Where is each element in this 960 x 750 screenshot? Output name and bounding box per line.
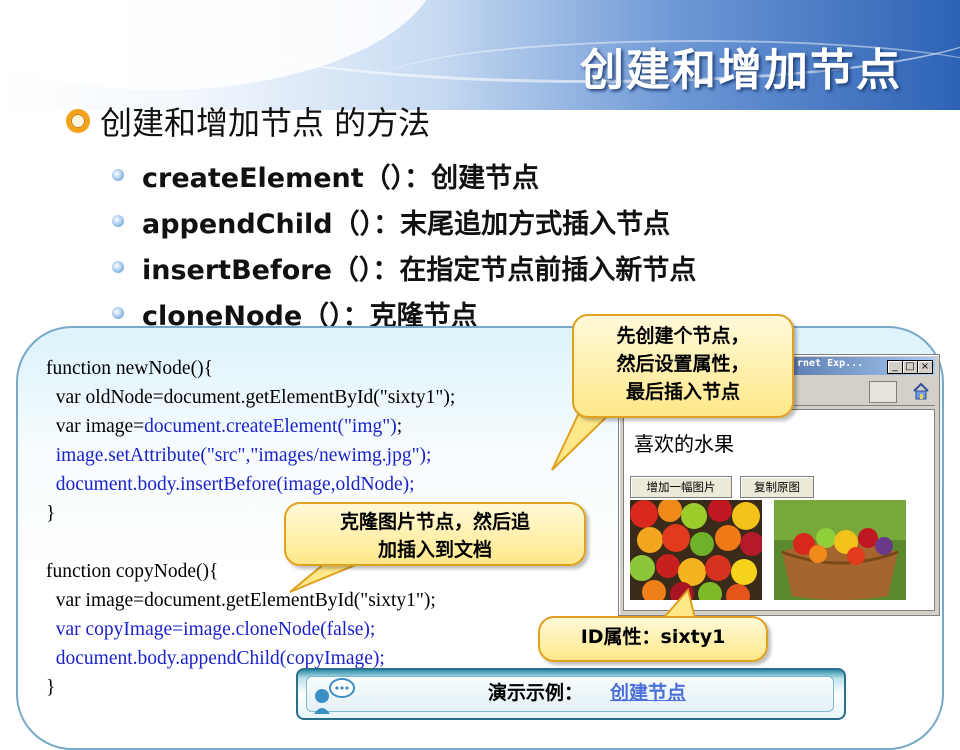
window-title: rnet Exp... xyxy=(797,358,864,369)
toolbar-field[interactable] xyxy=(869,381,897,403)
home-icon[interactable] xyxy=(911,381,931,401)
copy-original-button[interactable]: 复制原图 xyxy=(740,476,814,498)
main-point-text: 创建和增加节点 的方法 xyxy=(100,104,431,142)
maximize-button[interactable]: □ xyxy=(902,360,918,374)
code-segment: ; xyxy=(396,416,403,437)
code-segment-highlight: document.createElement("img") xyxy=(144,416,397,437)
blue-dot-bullet-icon xyxy=(112,215,124,227)
code-line: document.body.insertBefore(image,oldNode… xyxy=(46,474,415,495)
code-line: var image=document.createElement("img"); xyxy=(46,412,455,441)
callout-line: 最后插入节点 xyxy=(625,381,740,403)
blue-dot-bullet-icon xyxy=(112,261,124,273)
method-list: createElement（）：创建节点 appendChild（）：末尾追加方… xyxy=(112,152,696,336)
method-item: appendChild（）：末尾追加方式插入节点 xyxy=(112,198,696,244)
page-heading: 喜欢的水果 xyxy=(634,432,734,456)
blue-dot-bullet-icon xyxy=(112,307,124,319)
close-button[interactable]: × xyxy=(917,360,933,374)
code-line: image.setAttribute("src","images/newimg.… xyxy=(46,445,432,466)
speech-bubble-person-icon xyxy=(314,678,355,714)
fruit-basket-image xyxy=(774,500,906,600)
fruit-pile-image xyxy=(630,500,762,600)
method-text: appendChild（）：末尾追加方式插入节点 xyxy=(142,208,671,240)
blue-dot-bullet-icon xyxy=(112,169,124,181)
code-line: var oldNode=document.getElementById("six… xyxy=(46,387,456,408)
slide-title: 创建和增加节点 xyxy=(580,45,902,96)
create-steps-callout: 先创建个节点， 然后设置属性， 最后插入节点 xyxy=(572,314,794,418)
browser-viewport: 喜欢的水果 增加一幅图片 复制原图 xyxy=(623,409,935,611)
callout-line: 然后设置属性， xyxy=(616,353,750,375)
callout-line: 加插入到文档 xyxy=(377,539,492,561)
method-text: createElement（）：创建节点 xyxy=(142,162,540,194)
id-attr-callout: ID属性：sixty1 xyxy=(538,616,768,662)
method-item: createElement（）：创建节点 xyxy=(112,152,696,198)
minimize-button[interactable]: _ xyxy=(887,360,903,374)
clone-steps-callout: 克隆图片节点，然后追 加插入到文档 xyxy=(284,502,586,566)
slide-header: 创建和增加节点 xyxy=(0,0,960,110)
code-segment: var image= xyxy=(46,416,145,437)
method-text: insertBefore（）：在指定节点前插入新节点 xyxy=(142,254,697,286)
demo-link[interactable]: 创建节点 xyxy=(610,678,686,705)
demo-bar: 演示示例： 创建节点 xyxy=(296,668,846,720)
demo-label: 演示示例： xyxy=(488,682,584,704)
method-item: insertBefore（）：在指定节点前插入新节点 xyxy=(112,244,696,290)
callout-line: 克隆图片节点，然后追 xyxy=(339,511,530,533)
code-line: function newNode(){ xyxy=(46,358,213,379)
orange-ring-bullet-icon xyxy=(66,109,90,133)
code-line: var copyImage=image.cloneNode(false); xyxy=(46,619,376,640)
add-image-button[interactable]: 增加一幅图片 xyxy=(630,476,732,498)
callout-line: 先创建个节点， xyxy=(616,325,750,347)
main-point: 创建和增加节点 的方法 xyxy=(66,100,430,142)
